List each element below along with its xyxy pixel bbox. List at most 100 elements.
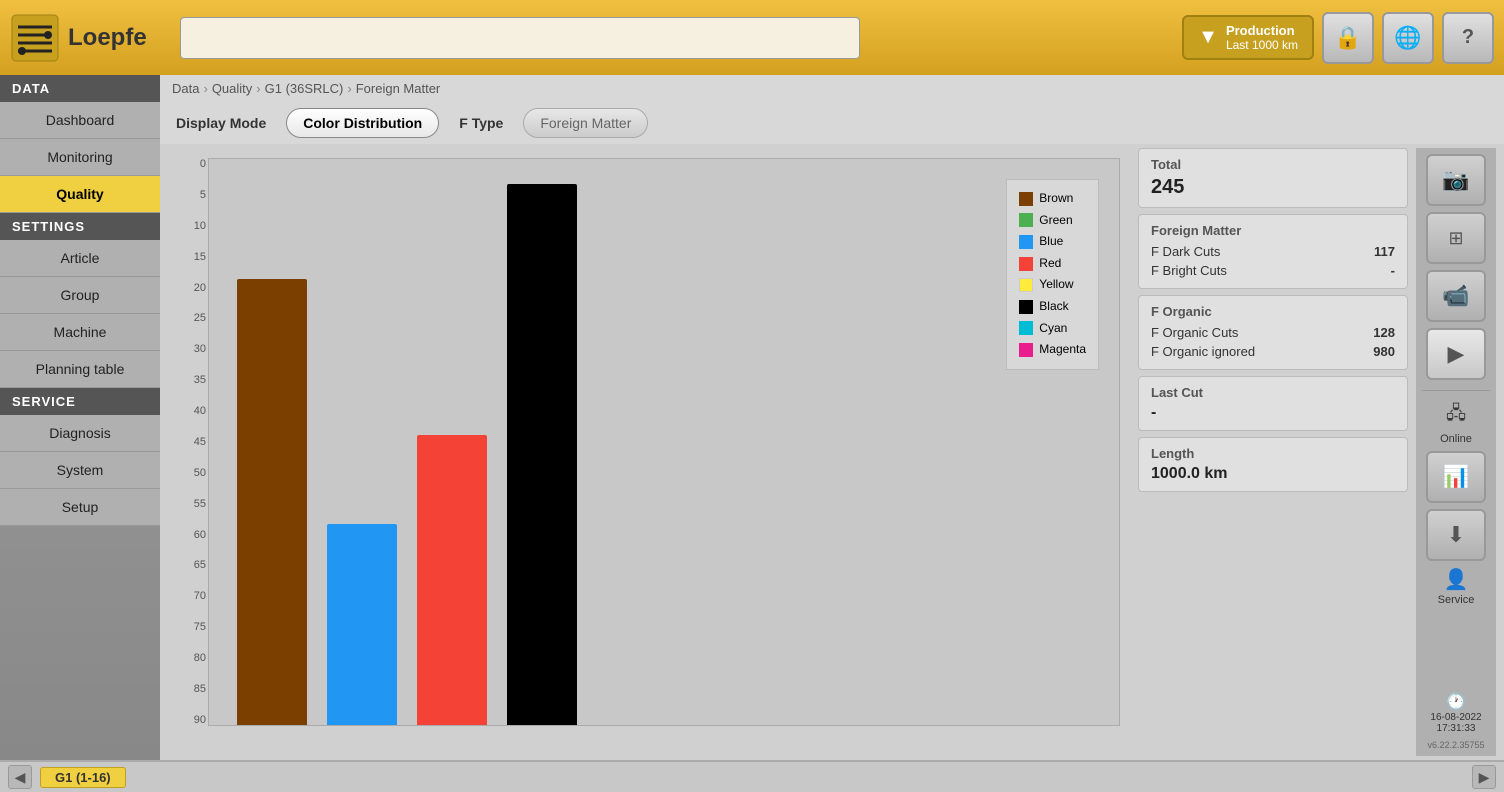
- legend-color-black: [1019, 300, 1033, 314]
- bar-red: [417, 435, 487, 725]
- chart-container: 90 85 80 75 70 65 60 55 50 45 40 35 30 2…: [168, 148, 1130, 756]
- filter-icon: ▼: [1198, 26, 1218, 49]
- network-icon: 🖧: [1446, 401, 1466, 431]
- legend-color-yellow: [1019, 278, 1033, 292]
- f-organic-ignored-row: F Organic ignored 980: [1151, 342, 1395, 361]
- f-organic-cuts-label: F Organic Cuts: [1151, 325, 1238, 340]
- service-label: Service: [1438, 594, 1475, 606]
- camera-icon: 📷: [1442, 167, 1469, 193]
- last-cut-label: Last Cut: [1151, 385, 1395, 400]
- version-text: v6.22.2.35755: [1427, 740, 1484, 750]
- sidebar-item-diagnosis[interactable]: Diagnosis: [0, 415, 160, 452]
- datetime-area: 🕐 16-08-2022 17:31:33: [1430, 692, 1481, 734]
- f-organic-label: F Organic: [1151, 304, 1395, 319]
- legend-cyan: Cyan: [1019, 318, 1086, 340]
- production-label: Production: [1226, 23, 1298, 39]
- bars-area: [217, 167, 1111, 725]
- service-area[interactable]: 👤 Service: [1438, 567, 1475, 606]
- bar-brown: [237, 279, 307, 725]
- production-sublabel: Last 1000 km: [1226, 38, 1298, 52]
- service-person-icon: 👤: [1444, 567, 1469, 592]
- foreign-matter-card: Foreign Matter F Dark Cuts 117 F Bright …: [1138, 214, 1408, 289]
- f-bright-cuts-label: F Bright Cuts: [1151, 263, 1227, 278]
- f-dark-cuts-value: 117: [1374, 244, 1395, 259]
- online-status: 🖧 Online: [1440, 401, 1472, 445]
- production-badge[interactable]: ▼ Production Last 1000 km: [1182, 15, 1314, 61]
- sidebar-item-group[interactable]: Group: [0, 277, 160, 314]
- legend-magenta: Magenta: [1019, 339, 1086, 361]
- breadcrumb-quality[interactable]: Quality: [212, 81, 252, 96]
- sidebar-item-machine[interactable]: Machine: [0, 314, 160, 351]
- display-mode-label: Display Mode: [176, 115, 266, 131]
- legend-color-cyan: [1019, 321, 1033, 335]
- play-button[interactable]: ▶: [1426, 328, 1486, 380]
- chart-inner: Brown Green Blue Red: [208, 158, 1120, 726]
- legend-color-blue: [1019, 235, 1033, 249]
- sidebar-item-monitoring[interactable]: Monitoring: [0, 139, 160, 176]
- f-organic-cuts-row: F Organic Cuts 128: [1151, 323, 1395, 342]
- f-organic-ignored-value: 980: [1373, 344, 1395, 359]
- f-dark-cuts-row: F Dark Cuts 117: [1151, 242, 1395, 261]
- f-organic-card: F Organic F Organic Cuts 128 F Organic i…: [1138, 295, 1408, 370]
- logo-area: Loepfe: [10, 13, 170, 63]
- header-right: ▼ Production Last 1000 km 🔒 🌐 ?: [1182, 12, 1494, 64]
- length-label: Length: [1151, 446, 1395, 461]
- legend-color-brown: [1019, 192, 1033, 206]
- chart-stats-row: 90 85 80 75 70 65 60 55 50 45 40 35 30 2…: [160, 144, 1504, 760]
- service-section-header: SERVICE: [0, 388, 160, 415]
- chart-button[interactable]: 📊: [1426, 451, 1486, 503]
- video-icon: 📹: [1442, 283, 1469, 309]
- legend-blue: Blue: [1019, 231, 1086, 253]
- sidebar-item-article[interactable]: Article: [0, 240, 160, 277]
- video-button[interactable]: 📹: [1426, 270, 1486, 322]
- lock-icon: 🔒: [1334, 25, 1361, 51]
- legend-brown: Brown: [1019, 188, 1086, 210]
- download-button[interactable]: ⬇: [1426, 509, 1486, 561]
- bottom-tab-g1[interactable]: G1 (1-16): [40, 767, 126, 788]
- breadcrumb: Data › Quality › G1 (36SRLC) › Foreign M…: [160, 75, 1504, 102]
- breadcrumb-foreign-matter[interactable]: Foreign Matter: [356, 81, 441, 96]
- main-layout: DATA Dashboard Monitoring Quality SETTIN…: [0, 75, 1504, 760]
- search-input[interactable]: [180, 17, 860, 59]
- data-section-header: DATA: [0, 75, 160, 102]
- breadcrumb-data[interactable]: Data: [172, 81, 199, 96]
- legend-color-red: [1019, 257, 1033, 271]
- sidebar: DATA Dashboard Monitoring Quality SETTIN…: [0, 75, 160, 760]
- color-distribution-button[interactable]: Color Distribution: [286, 108, 439, 138]
- online-label: Online: [1440, 433, 1472, 445]
- lock-button[interactable]: 🔒: [1322, 12, 1374, 64]
- production-text: Production Last 1000 km: [1226, 23, 1298, 53]
- bar-black: [507, 184, 577, 725]
- expand-button[interactable]: ⊞: [1426, 212, 1486, 264]
- sidebar-item-planning-table[interactable]: Planning table: [0, 351, 160, 388]
- help-icon: ?: [1462, 26, 1474, 49]
- globe-button[interactable]: 🌐: [1382, 12, 1434, 64]
- sidebar-item-dashboard[interactable]: Dashboard: [0, 102, 160, 139]
- last-cut-card: Last Cut -: [1138, 376, 1408, 431]
- play-icon: ▶: [1448, 341, 1465, 367]
- time-text: 17:31:33: [1430, 723, 1481, 734]
- y-axis: 90 85 80 75 70 65 60 55 50 45 40 35 30 2…: [178, 158, 206, 726]
- legend-color-magenta: [1019, 343, 1033, 357]
- legend-green: Green: [1019, 210, 1086, 232]
- f-bright-cuts-value: -: [1391, 263, 1395, 278]
- sidebar-item-setup[interactable]: Setup: [0, 489, 160, 526]
- f-bright-cuts-row: F Bright Cuts -: [1151, 261, 1395, 280]
- breadcrumb-g1[interactable]: G1 (36SRLC): [265, 81, 344, 96]
- settings-section-header: SETTINGS: [0, 213, 160, 240]
- date-text: 16-08-2022: [1430, 712, 1481, 723]
- length-value: 1000.0 km: [1151, 465, 1395, 483]
- legend-color-green: [1019, 213, 1033, 227]
- total-label: Total: [1151, 157, 1395, 172]
- sidebar-item-system[interactable]: System: [0, 452, 160, 489]
- foreign-matter-button[interactable]: Foreign Matter: [523, 108, 648, 138]
- bottom-left-arrow[interactable]: ◀: [8, 765, 32, 789]
- sidebar-item-quality[interactable]: Quality: [0, 176, 160, 213]
- download-icon: ⬇: [1447, 522, 1465, 548]
- help-button[interactable]: ?: [1442, 12, 1494, 64]
- legend-black: Black: [1019, 296, 1086, 318]
- ftype-label: F Type: [459, 115, 503, 131]
- total-value: 245: [1151, 176, 1395, 199]
- bottom-right-arrow[interactable]: ▶: [1472, 765, 1496, 789]
- camera-button[interactable]: 📷: [1426, 154, 1486, 206]
